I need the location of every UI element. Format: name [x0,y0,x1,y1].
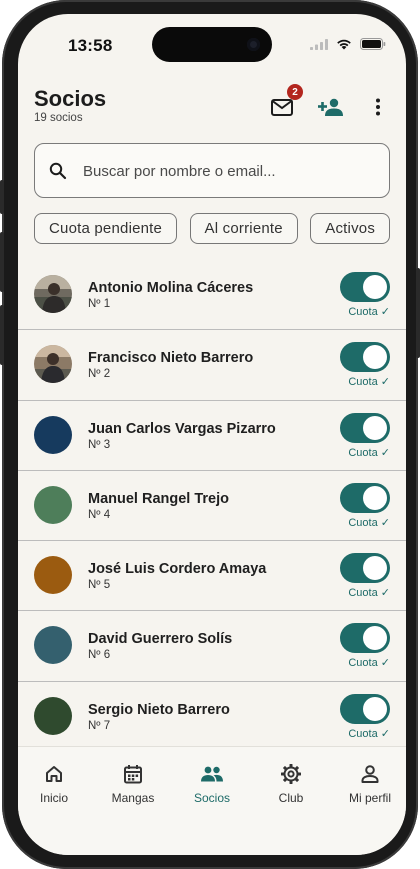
member-name: David Guerrero Solís [88,631,233,648]
add-person-icon [318,98,343,116]
bottom-nav: Inicio Mangas Socios Club Mi perfil [18,746,406,855]
mail-icon [271,98,293,116]
member-number: Nº 7 [88,719,111,732]
member-row[interactable]: Manuel Rangel Trejo Nº 4 Cuota ✓ [18,471,406,542]
nav-label: Club [278,791,304,805]
signal-icon [310,38,328,50]
fee-status: Cuota ✓ [348,587,390,600]
person-icon [361,765,379,783]
member-count: 19 socios [34,112,83,124]
active-toggle[interactable] [340,342,390,373]
member-name: Francisco Nieto Barrero [88,350,254,367]
add-member-button[interactable] [316,92,346,122]
member-avatar [34,415,72,454]
messages-button[interactable]: 2 [267,84,303,122]
active-toggle[interactable] [340,553,390,584]
member-name: José Luis Cordero Amaya [88,561,267,578]
search-box[interactable] [34,143,390,198]
active-toggle[interactable] [340,272,390,302]
filter-chips: Cuota pendiente Al corriente Activos [34,213,406,245]
wifi-icon [337,39,351,50]
nav-label: Inicio [39,791,68,805]
nav-label: Socios [193,791,231,805]
member-name: Juan Carlos Vargas Pizarro [88,420,276,437]
member-number: Nº 6 [88,649,111,662]
nav-label: Mangas [111,791,155,805]
member-name: Sergio Nieto Barrero [88,701,230,718]
calendar-icon [124,765,142,784]
fee-status: Cuota ✓ [348,657,390,670]
search-icon [49,162,67,180]
member-avatar [34,696,72,735]
fee-status: Cuota ✓ [348,516,390,529]
member-avatar [34,556,72,595]
member-row[interactable]: Antonio Molina Cáceres Nº 1 Cuota ✓ [18,260,406,331]
app-header: Socios 19 socios 2 [18,84,406,144]
status-icons [310,38,386,50]
member-row[interactable]: José Luis Cordero Amaya Nº 5 Cuota ✓ [18,541,406,612]
mute-switch [0,180,4,214]
member-row[interactable]: David Guerrero Solís Nº 6 Cuota ✓ [18,611,406,682]
notification-badge: 2 [287,84,303,100]
nav-item-mangas[interactable]: Mangas [94,761,172,805]
member-number: Nº 3 [88,438,111,451]
members-list: Antonio Molina Cáceres Nº 1 Cuota ✓ Fran… [18,260,406,746]
member-number: Nº 4 [88,508,111,521]
more-vert-icon [376,98,380,116]
member-avatar [34,485,72,524]
member-name: Antonio Molina Cáceres [88,280,254,296]
active-toggle[interactable] [340,412,390,443]
member-name: Manuel Rangel Trejo [88,490,229,507]
member-number: Nº 1 [88,298,111,310]
member-avatar [34,626,72,665]
avatar-photo-icon [34,275,72,313]
avatar-photo-icon [34,345,72,384]
power-button [416,268,420,358]
active-toggle[interactable] [340,693,390,724]
member-number: Nº 5 [88,579,111,592]
nav-item-mi-perfil[interactable]: Mi perfil [331,761,406,805]
app-screen: 13:58 Socios 19 socios 2 Buscar por nomb… [18,14,406,855]
filter-chip-active[interactable]: Activos [310,213,391,244]
status-bar: 13:58 [18,14,406,68]
volume-up-button [0,232,4,292]
nav-label: Mi perfil [348,791,391,805]
phone-frame: 13:58 Socios 19 socios 2 Buscar por nomb… [0,0,420,869]
active-toggle[interactable] [340,623,390,654]
dynamic-island [152,27,272,62]
member-row[interactable]: Juan Carlos Vargas Pizarro Nº 3 Cuota ✓ [18,401,406,471]
filter-chip-paid[interactable]: Al corriente [189,213,298,244]
nav-item-inicio[interactable]: Inicio [18,761,93,805]
active-toggle[interactable] [340,482,390,513]
fee-status: Cuota ✓ [348,376,390,389]
status-time: 13:58 [68,36,113,55]
home-icon [46,766,62,782]
page-title: Socios [34,86,107,111]
nav-item-socios[interactable]: Socios [173,761,251,805]
people-icon [201,766,223,782]
fee-status: Cuota ✓ [348,306,390,318]
filter-chip-pending[interactable]: Cuota pendiente [34,213,178,244]
member-number: Nº 2 [88,368,111,381]
volume-down-button [0,305,4,365]
member-avatar [34,275,72,313]
more-options-button[interactable] [363,92,393,122]
search-input[interactable] [83,156,373,186]
battery-icon [360,38,386,50]
fee-status: Cuota ✓ [348,446,390,459]
nav-item-club[interactable]: Club [252,761,330,805]
member-avatar [34,345,72,384]
fee-status: Cuota ✓ [348,727,390,740]
member-row[interactable]: Francisco Nieto Barrero Nº 2 Cuota ✓ [18,330,406,401]
member-row[interactable]: Sergio Nieto Barrero Nº 7 Cuota ✓ [18,682,406,746]
gear-icon [281,764,301,784]
